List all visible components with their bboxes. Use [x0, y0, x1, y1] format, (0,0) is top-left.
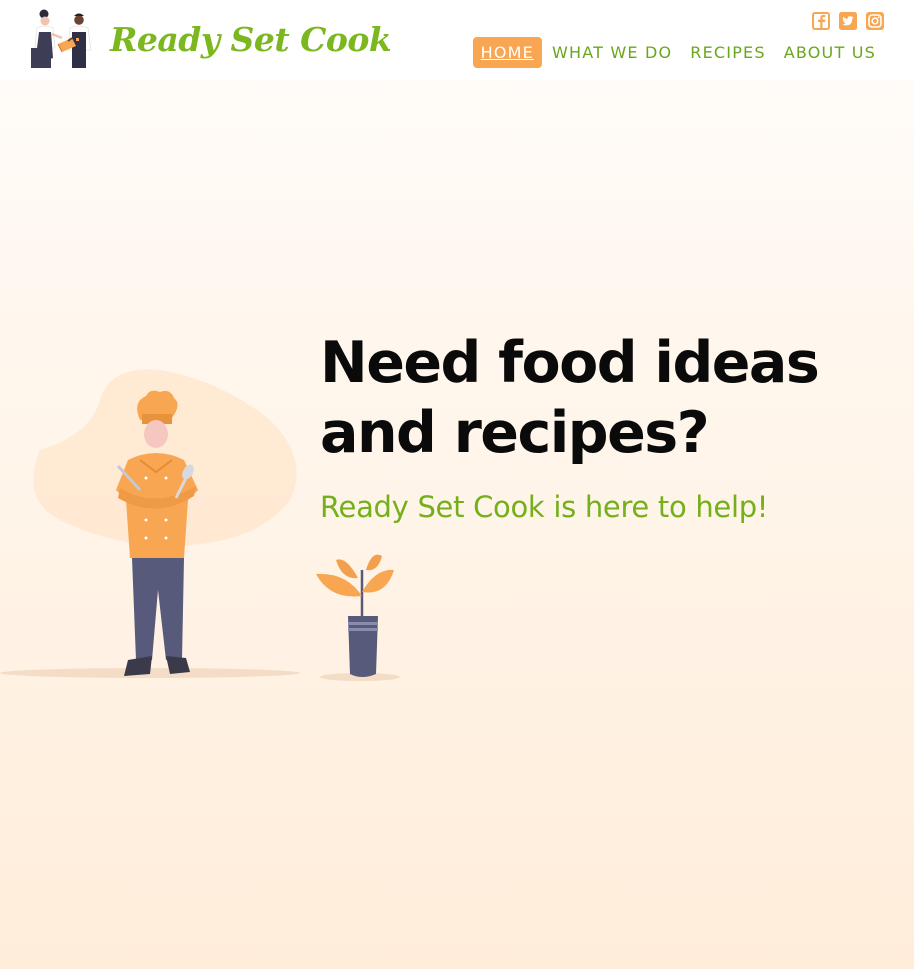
instagram-icon[interactable] — [866, 12, 884, 30]
nav-item-about-us[interactable]: ABOUT US — [776, 37, 884, 68]
hero-headline: Need food ideas and recipes? — [320, 330, 820, 466]
site-logo[interactable]: Ready Set Cook — [28, 8, 392, 70]
facebook-icon[interactable] — [812, 12, 830, 30]
chefs-logo-icon — [31, 9, 92, 68]
social-links — [812, 12, 884, 30]
twitter-icon[interactable] — [839, 12, 857, 30]
nav-item-what-we-do[interactable]: WHAT WE DO — [544, 37, 680, 68]
hero-subhead: Ready Set Cook is here to help! — [320, 490, 769, 524]
nav-item-home[interactable]: HOME — [472, 37, 542, 68]
site-logo-text: Ready Set Cook — [110, 19, 392, 59]
site-header: Ready Set Cook HOME WHAT WE DO RECIPES A… — [0, 0, 914, 80]
nav-item-recipes[interactable]: RECIPES — [682, 37, 773, 68]
main-nav: HOME WHAT WE DO RECIPES ABOUT US — [472, 37, 884, 68]
